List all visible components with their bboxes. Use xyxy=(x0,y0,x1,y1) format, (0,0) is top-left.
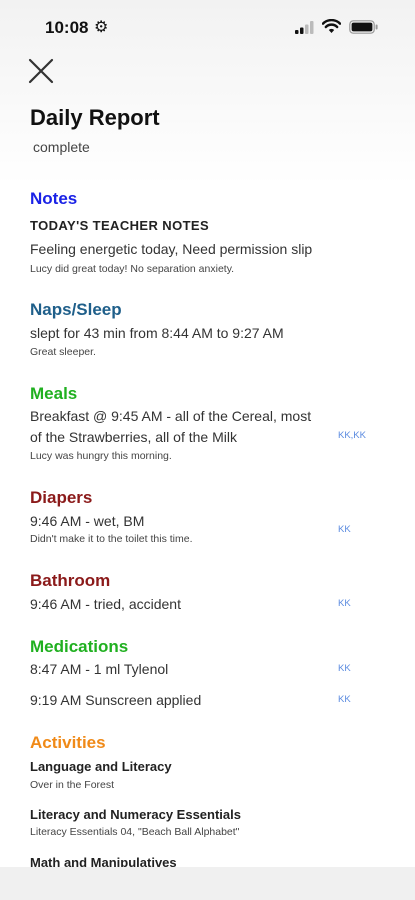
bathroom-staff-initials[interactable]: KK xyxy=(338,598,351,609)
diapers-staff-initials[interactable]: KK xyxy=(338,524,351,535)
activity-title: Literacy and Numeracy Essentials xyxy=(30,807,241,822)
naps-text: slept for 43 min from 8:44 AM to 9:27 AM xyxy=(30,325,284,341)
meals-text-line2: of the Strawberries, all of the Milk xyxy=(30,429,237,445)
medication-item: 9:19 AM Sunscreen applied xyxy=(30,692,202,708)
medication-staff-initials[interactable]: KK xyxy=(338,694,351,705)
status-time: 10:08 xyxy=(45,18,89,37)
wifi-icon xyxy=(322,19,341,33)
gear-icon: ⚙ xyxy=(94,19,109,36)
meals-text-line1: Breakfast @ 9:45 AM - all of the Cereal,… xyxy=(30,408,312,424)
meals-heading: Meals xyxy=(30,384,78,403)
bottom-bar xyxy=(0,867,415,900)
close-icon[interactable] xyxy=(27,57,55,85)
notes-text: Feeling energetic today, Need permission… xyxy=(30,241,313,257)
notes-comment: Lucy did great today! No separation anxi… xyxy=(30,263,235,275)
bathroom-heading: Bathroom xyxy=(30,571,111,590)
medications-heading: Medications xyxy=(30,637,129,656)
teacher-notes-subheading: TODAY'S TEACHER NOTES xyxy=(30,218,210,233)
activity-detail: Over in the Forest xyxy=(30,779,115,791)
page-title: Daily Report xyxy=(30,105,160,130)
naps-comment: Great sleeper. xyxy=(30,346,96,358)
status-bar: 10:08 ⚙ xyxy=(0,0,415,56)
report-status: complete xyxy=(33,139,90,155)
meals-comment: Lucy was hungry this morning. xyxy=(30,450,172,462)
notes-heading: Notes xyxy=(30,189,78,208)
meals-staff-initials[interactable]: KK,KK xyxy=(338,430,366,441)
activity-title: Language and Literacy xyxy=(30,759,172,774)
diapers-text: 9:46 AM - wet, BM xyxy=(30,513,145,529)
diapers-comment: Didn't make it to the toilet this time. xyxy=(30,533,193,545)
activities-heading: Activities xyxy=(30,733,106,752)
diapers-heading: Diapers xyxy=(30,488,93,507)
signal-icon xyxy=(295,21,314,34)
bathroom-text: 9:46 AM - tried, accident xyxy=(30,596,181,612)
naps-heading: Naps/Sleep xyxy=(30,300,122,319)
medication-staff-initials[interactable]: KK xyxy=(338,663,351,674)
medication-item: 8:47 AM - 1 ml Tylenol xyxy=(30,661,169,677)
activity-detail: Literacy Essentials 04, "Beach Ball Alph… xyxy=(30,826,240,838)
battery-icon xyxy=(349,20,378,34)
